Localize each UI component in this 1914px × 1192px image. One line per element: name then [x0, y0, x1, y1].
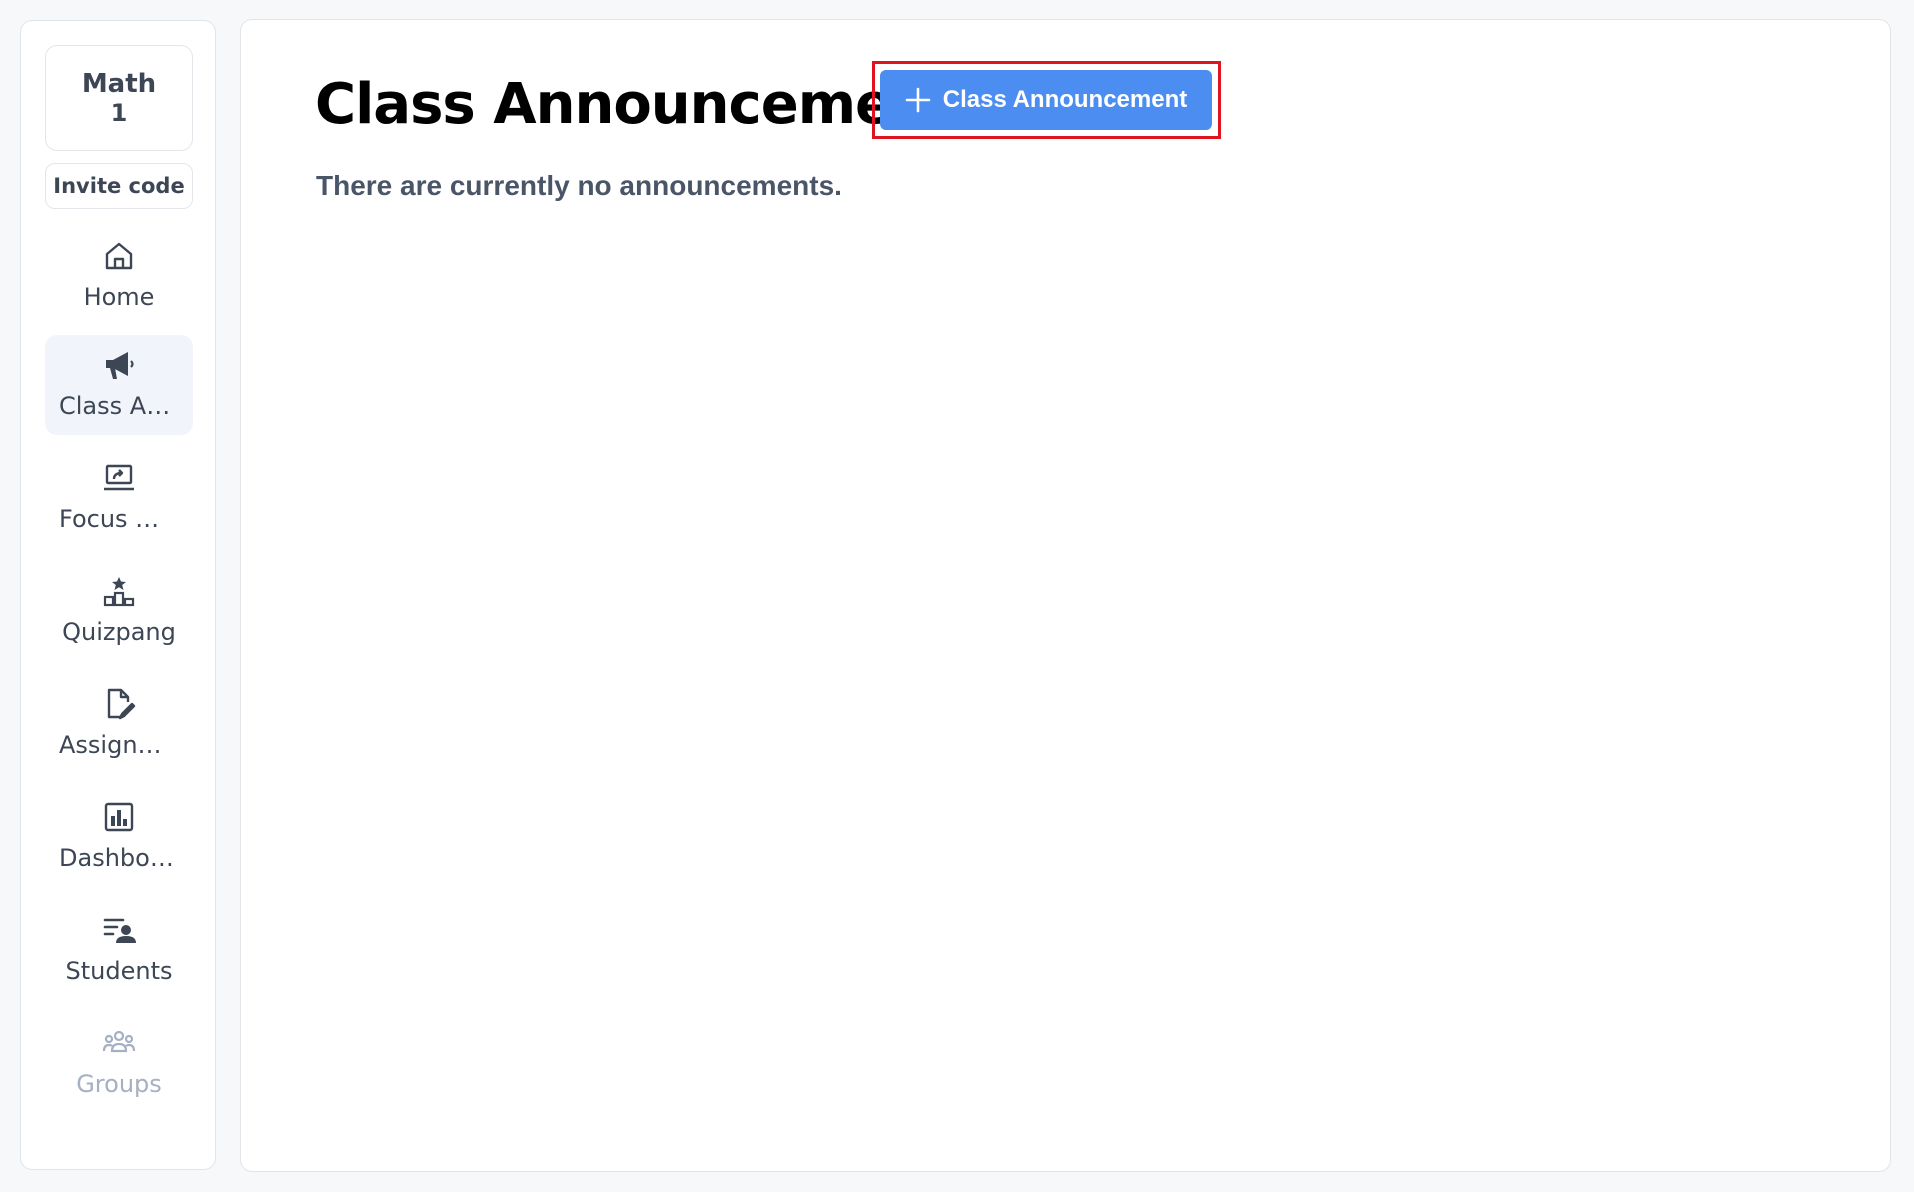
sidebar: Math 1 Invite code Home Class Announceme… [20, 20, 216, 1170]
sidebar-item-class-announcement[interactable]: Class Announcement [45, 335, 193, 435]
bar-chart-icon [104, 802, 134, 832]
sidebar-item-assignment[interactable]: Assignment [45, 674, 193, 774]
class-card[interactable]: Math 1 [45, 45, 193, 151]
invite-code-button[interactable]: Invite code [45, 163, 193, 209]
plus-icon [905, 87, 931, 113]
sidebar-item-label: Home [83, 283, 155, 311]
sidebar-item-focus-mode[interactable]: Focus Mode [45, 448, 193, 548]
screen-share-icon [104, 464, 134, 491]
sidebar-item-label: Focus Mode [59, 505, 179, 533]
edit-document-icon [107, 688, 136, 720]
page-title: Class Announcement [315, 72, 958, 137]
empty-state-message: There are currently no announcements. [316, 170, 842, 201]
add-announcement-button[interactable]: Class Announcement [880, 70, 1212, 130]
sidebar-item-label: Class Announcement [59, 392, 179, 420]
student-list-icon [103, 918, 136, 943]
podium-icon [103, 577, 135, 607]
sidebar-item-label: Dashboard [59, 844, 179, 872]
sidebar-item-label: Groups [76, 1070, 162, 1098]
sidebar-item-students[interactable]: Students [45, 900, 193, 1000]
sidebar-item-home[interactable]: Home [45, 226, 193, 326]
home-icon [105, 242, 133, 270]
group-icon [102, 1030, 136, 1053]
add-announcement-label: Class Announcement [942, 86, 1188, 113]
megaphone-icon [106, 352, 134, 379]
sidebar-item-label: Quizpang [62, 618, 176, 646]
sidebar-item-dashboard[interactable]: Dashboard [45, 787, 193, 887]
sidebar-item-label: Students [65, 957, 173, 985]
sidebar-item-label: Assignment [59, 731, 179, 759]
sidebar-item-groups[interactable]: Groups [45, 1013, 193, 1113]
class-number: 1 [110, 99, 128, 127]
main-panel: Class Announcement Class Announcement Th… [240, 19, 1891, 1172]
class-name: Math [81, 69, 157, 99]
sidebar-item-quizpang[interactable]: Quizpang [45, 561, 193, 661]
